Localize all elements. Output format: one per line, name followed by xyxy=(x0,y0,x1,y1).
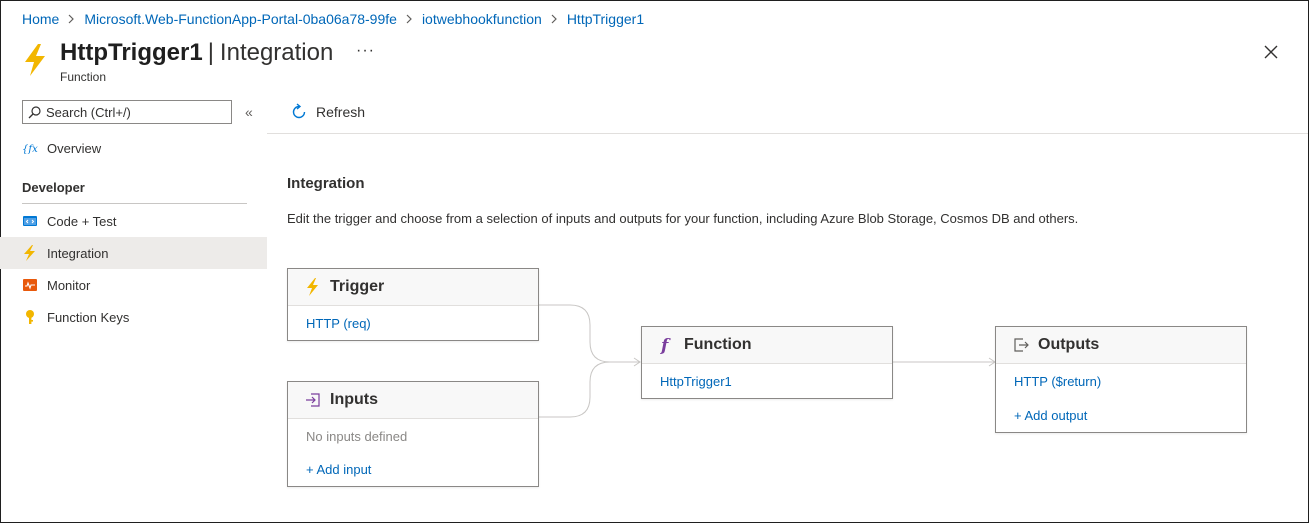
sidebar-item-code-test[interactable]: Code + Test xyxy=(0,205,267,237)
lightning-icon xyxy=(23,44,47,76)
svg-text:{fx}: {fx} xyxy=(22,144,38,155)
inputs-card: Inputs No inputs defined + Add input xyxy=(287,381,539,487)
refresh-label: Refresh xyxy=(316,104,366,120)
page-title-separator: | xyxy=(207,39,214,66)
section-title: Integration xyxy=(287,175,365,192)
sidebar-section-developer: Developer xyxy=(22,180,85,195)
inputs-card-header: Inputs xyxy=(288,382,538,419)
breadcrumb-function-app[interactable]: Microsoft.Web-FunctionApp-Portal-0ba06a7… xyxy=(84,11,397,27)
sidebar-item-integration[interactable]: Integration xyxy=(0,237,267,269)
inputs-empty-text: No inputs defined xyxy=(306,429,408,444)
breadcrumb-home[interactable]: Home xyxy=(22,11,59,27)
sidebar-item-monitor[interactable]: Monitor xyxy=(0,269,267,301)
sidebar-item-label: Monitor xyxy=(47,277,91,293)
function-braces-icon: {fx} xyxy=(22,140,38,156)
section-description: Edit the trigger and choose from a selec… xyxy=(287,211,1079,226)
chevron-right-icon xyxy=(550,14,559,24)
search-input[interactable] xyxy=(46,104,226,120)
sidebar-divider xyxy=(22,203,247,204)
add-input-link[interactable]: + Add input xyxy=(306,462,371,477)
page-title: HttpTrigger1 | Integration xyxy=(60,39,333,67)
function-card-header: f Function xyxy=(642,327,892,364)
page-title-function: HttpTrigger1 xyxy=(60,39,203,66)
code-test-icon xyxy=(22,213,38,229)
refresh-icon xyxy=(292,103,306,119)
trigger-http-link[interactable]: HTTP (req) xyxy=(306,316,371,331)
collapse-sidebar-button[interactable]: « xyxy=(245,104,253,120)
search-icon xyxy=(28,105,41,118)
refresh-button[interactable]: Refresh xyxy=(290,103,365,121)
chevron-right-icon xyxy=(67,14,76,24)
trigger-card: Trigger HTTP (req) xyxy=(287,268,539,341)
chevron-right-icon xyxy=(405,14,414,24)
breadcrumb: Home Microsoft.Web-FunctionApp-Portal-0b… xyxy=(22,11,644,27)
sidebar-item-label: Overview xyxy=(47,140,102,156)
function-card: f Function HttpTrigger1 xyxy=(641,326,893,399)
lightning-icon xyxy=(22,245,38,261)
function-card-title: Function xyxy=(684,336,752,353)
sidebar-item-label: Integration xyxy=(47,245,109,261)
monitor-icon xyxy=(22,277,38,293)
function-icon: f xyxy=(658,336,676,354)
outputs-card: Outputs HTTP ($return) + Add output xyxy=(995,326,1247,433)
page-subtitle: Function xyxy=(60,70,107,84)
add-output-link[interactable]: + Add output xyxy=(1014,408,1087,423)
inputs-card-title: Inputs xyxy=(330,391,378,408)
function-name-link[interactable]: HttpTrigger1 xyxy=(660,374,732,389)
page-title-section: Integration xyxy=(219,39,334,66)
key-icon xyxy=(22,309,38,325)
breadcrumb-app-name[interactable]: iotwebhookfunction xyxy=(422,11,542,27)
sidebar-search[interactable] xyxy=(22,100,232,124)
more-options-button[interactable]: ··· xyxy=(356,42,375,60)
trigger-card-header: Trigger xyxy=(288,269,538,306)
lightning-icon xyxy=(304,278,322,296)
svg-text:f: f xyxy=(660,336,671,354)
sidebar-item-overview[interactable]: {fx} Overview xyxy=(0,132,267,164)
close-icon[interactable] xyxy=(1262,43,1280,61)
outputs-card-title: Outputs xyxy=(1038,336,1100,353)
output-arrow-icon xyxy=(1012,336,1030,354)
output-http-link[interactable]: HTTP ($return) xyxy=(1014,374,1101,389)
sidebar-item-function-keys[interactable]: Function Keys xyxy=(0,301,267,333)
breadcrumb-function[interactable]: HttpTrigger1 xyxy=(567,11,644,27)
sidebar-item-label: Function Keys xyxy=(47,309,130,325)
sidebar-item-label: Code + Test xyxy=(47,213,117,229)
input-arrow-icon xyxy=(304,391,322,409)
trigger-card-title: Trigger xyxy=(330,278,385,295)
outputs-card-header: Outputs xyxy=(996,327,1246,364)
toolbar-divider xyxy=(267,133,1308,134)
